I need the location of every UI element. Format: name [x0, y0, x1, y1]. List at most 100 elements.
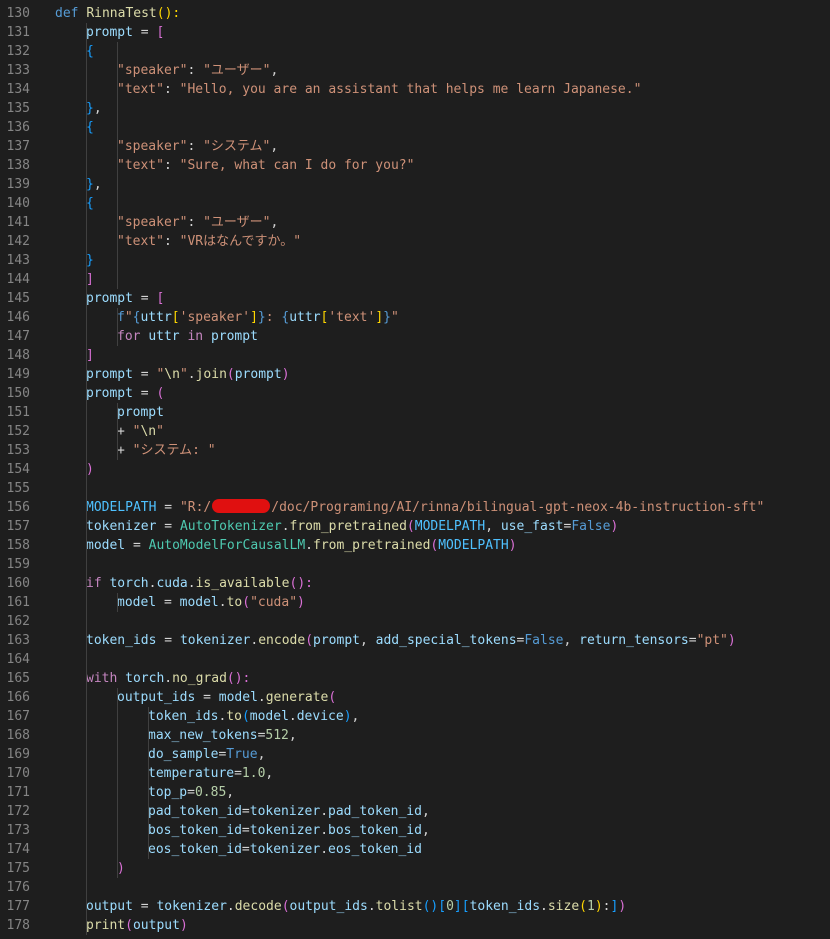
- code-line[interactable]: 176: [0, 878, 830, 897]
- code-line[interactable]: 131 prompt = [: [0, 23, 830, 42]
- code-line[interactable]: 178 print(output): [0, 916, 830, 935]
- code-token: model: [86, 538, 126, 553]
- line-number: 143: [6, 253, 30, 268]
- code-line[interactable]: 141 "speaker": "ユーザー",: [0, 213, 830, 232]
- code-line[interactable]: 157 tokenizer = AutoTokenizer.from_pretra…: [0, 517, 830, 536]
- code-line[interactable]: 142 "text": "VRはなんですか。": [0, 232, 830, 251]
- code-token: prompt: [86, 386, 133, 401]
- code-token: prompt: [117, 405, 164, 420]
- code-line[interactable]: 169 do_sample=True,: [0, 745, 830, 764]
- code-line[interactable]: 149 prompt = "\n".join(prompt): [0, 365, 830, 384]
- line-number: 135: [6, 101, 30, 116]
- code-line[interactable]: 146 f"{uttr['speaker']}: {uttr['text']}": [0, 308, 830, 327]
- code-token: output_ids: [289, 899, 368, 914]
- code-content: do_sample=True,: [148, 745, 265, 764]
- code-token: False: [571, 519, 611, 534]
- code-line[interactable]: 154): [0, 460, 830, 479]
- code-line[interactable]: 159: [0, 555, 830, 574]
- code-token: =: [132, 25, 157, 40]
- code-line[interactable]: 144]: [0, 270, 830, 289]
- line-number: 150: [6, 386, 30, 401]
- code-token: "ユーザー": [203, 215, 271, 230]
- code-editor[interactable]: 130 def RinnaTest(): 131 prompt = [132{133 "…: [0, 0, 830, 939]
- code-line[interactable]: 161 model = model.to("cuda"): [0, 593, 830, 612]
- code-line[interactable]: 155: [0, 479, 830, 498]
- code-content: }: [86, 251, 94, 270]
- code-line[interactable]: 167 token_ids.to(model.device),: [0, 707, 830, 726]
- code-line[interactable]: 156 MODELPATH = "R:/ /doc/Programing/AI/ri…: [0, 498, 830, 517]
- code-line[interactable]: 162: [0, 612, 830, 631]
- code-token: generate: [265, 690, 329, 705]
- code-line[interactable]: 166 output_ids = model.generate(: [0, 688, 830, 707]
- code-line[interactable]: 170 temperature=1.0,: [0, 764, 830, 783]
- code-line[interactable]: 138 "text": "Sure, what can I do for you?…: [0, 156, 830, 175]
- code-line[interactable]: 140 {: [0, 194, 830, 213]
- code-token: temperature: [148, 766, 235, 781]
- code-token: print: [86, 918, 126, 933]
- code-line[interactable]: 137 "speaker": "システム",: [0, 137, 830, 156]
- code-token: f: [117, 310, 125, 325]
- code-token: ]: [86, 272, 94, 287]
- code-token: .: [187, 576, 196, 591]
- code-token: prompt: [86, 25, 133, 40]
- code-token: uttr: [148, 329, 180, 344]
- code-line[interactable]: 158 model = AutoModelForCausalLM.from_pre…: [0, 536, 830, 555]
- code-line[interactable]: 133 "speaker": "ユーザー",: [0, 61, 830, 80]
- code-content: prompt: [117, 403, 164, 422]
- code-line[interactable]: 153 + "システム: ": [0, 441, 830, 460]
- code-line[interactable]: 151 prompt: [0, 403, 830, 422]
- line-number: 177: [6, 899, 30, 914]
- code-token: ": [124, 310, 133, 325]
- code-token: 'speaker': [179, 310, 251, 325]
- code-line[interactable]: 130 def RinnaTest():: [0, 4, 830, 23]
- code-token: ): [727, 633, 736, 648]
- code-line[interactable]: 145 prompt = [: [0, 289, 830, 308]
- code-token: "pt": [696, 633, 728, 648]
- code-token: model: [218, 690, 258, 705]
- code-content: ]: [86, 346, 94, 365]
- code-token: =: [156, 633, 180, 648]
- code-token: ]: [250, 310, 258, 325]
- code-line[interactable]: 175): [0, 859, 830, 878]
- code-line[interactable]: 164: [0, 650, 830, 669]
- line-number: 152: [6, 424, 30, 439]
- code-token: ]: [453, 899, 462, 914]
- code-line[interactable]: 134 "text": "Hello, you are an assistant …: [0, 80, 830, 99]
- code-line[interactable]: 135},: [0, 99, 830, 118]
- code-token: add_special_tokens: [375, 633, 517, 648]
- code-line[interactable]: 132 {: [0, 42, 830, 61]
- code-content: "speaker": "ユーザー",: [117, 213, 278, 232]
- code-token: ,: [93, 177, 102, 192]
- code-token: from_pretrained: [289, 519, 407, 534]
- code-line[interactable]: 173 bos_token_id=tokenizer.bos_token_id,: [0, 821, 830, 840]
- code-token: bos_token_id: [148, 823, 242, 838]
- line-number: 166: [6, 690, 30, 705]
- code-content: prompt = [: [86, 23, 164, 42]
- code-content: bos_token_id=tokenizer.bos_token_id,: [148, 821, 430, 840]
- code-line[interactable]: 136 {: [0, 118, 830, 137]
- code-token: model: [179, 595, 219, 610]
- code-line[interactable]: 150 prompt = (: [0, 384, 830, 403]
- indent-guide: [86, 23, 87, 935]
- code-line[interactable]: 148]: [0, 346, 830, 365]
- code-line[interactable]: 139},: [0, 175, 830, 194]
- code-line[interactable]: 163 token_ids = tokenizer.encode(prompt, …: [0, 631, 830, 650]
- code-line[interactable]: 143}: [0, 251, 830, 270]
- code-line[interactable]: 174 eos_token_id=tokenizer.eos_token_id: [0, 840, 830, 859]
- code-line[interactable]: 177 output = tokenizer.decode(output_ids.…: [0, 897, 830, 916]
- code-token: "ユーザー": [203, 63, 271, 78]
- code-content: },: [86, 99, 102, 118]
- code-line[interactable]: 152 + "\n": [0, 422, 830, 441]
- line-number: 151: [6, 405, 30, 420]
- code-token: ": [156, 424, 164, 439]
- line-number: 145: [6, 291, 30, 306]
- code-line[interactable]: 147 for uttr in prompt: [0, 327, 830, 346]
- code-line[interactable]: 165 with torch.no_grad():: [0, 669, 830, 688]
- code-token: :: [187, 63, 204, 78]
- code-line[interactable]: 168 max_new_tokens=512,: [0, 726, 830, 745]
- code-line[interactable]: 160 if torch.cuda.is_available():: [0, 574, 830, 593]
- code-line[interactable]: 171 top_p=0.85,: [0, 783, 830, 802]
- code-content: },: [86, 175, 102, 194]
- code-line[interactable]: 172 pad_token_id=tokenizer.pad_token_id,: [0, 802, 830, 821]
